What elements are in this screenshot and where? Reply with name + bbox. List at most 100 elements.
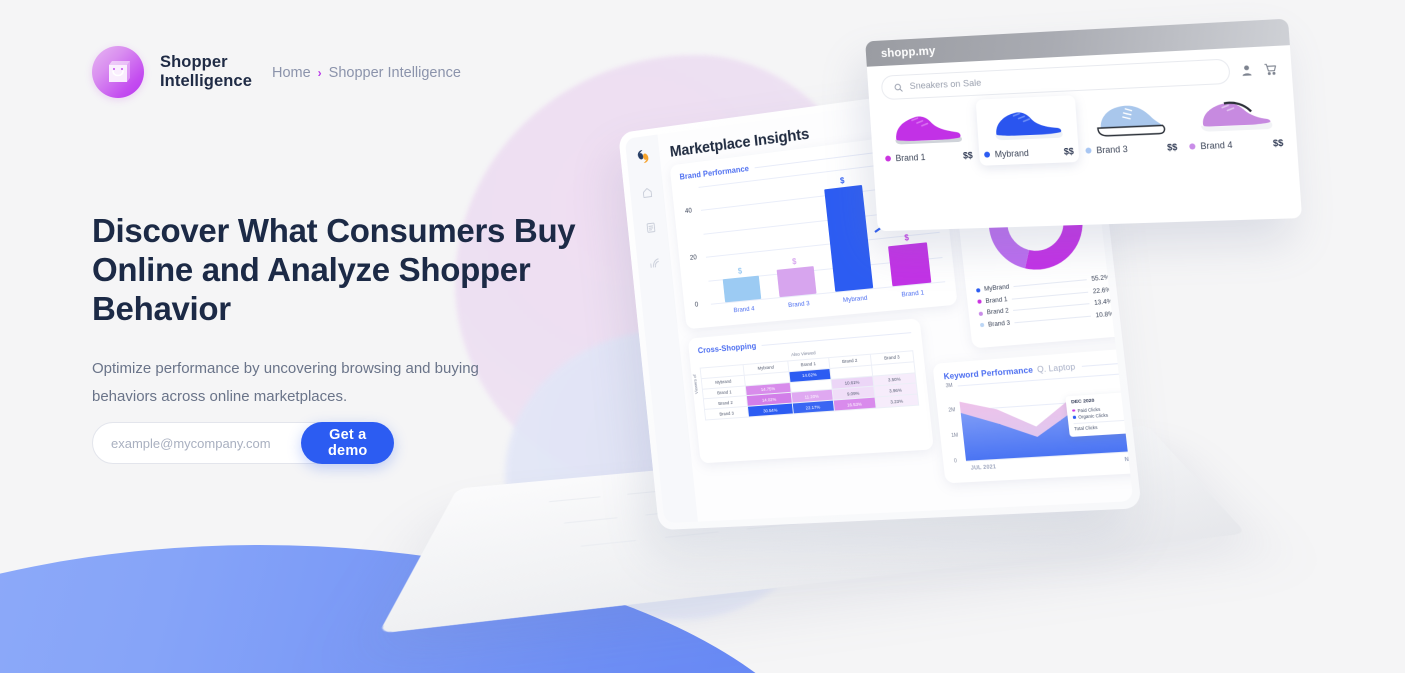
product-name: Brand 1: [895, 152, 926, 164]
cross-shopping-heatmap: Cross-Shopping Viewers of Also Viewed My…: [687, 318, 934, 464]
legend-label: Brand 1: [985, 295, 1008, 305]
x-tick-end: NOV 2021: [1124, 455, 1134, 464]
shoe-image: [981, 98, 1074, 147]
breadcrumb: Home › Shopper Intelligence: [272, 65, 461, 81]
market-share-legend: MyBrand 55.2% Brand 1 22.6% Brand 2 13.4…: [975, 273, 1115, 329]
product-card[interactable]: Brand 4 $$: [1180, 85, 1289, 157]
product-price: $$: [1166, 142, 1178, 153]
bar-group[interactable]: $ Brand 3: [775, 255, 817, 309]
legend-dot-icon: [979, 322, 985, 328]
report-icon[interactable]: [644, 221, 657, 239]
tooltip-value: 434.6K: [1124, 403, 1134, 410]
brand-dot-icon: [983, 151, 991, 158]
y-tick-0: 0: [953, 458, 958, 465]
app-logo-icon[interactable]: [635, 148, 651, 170]
x-tick-label: Brand 1: [901, 289, 925, 299]
tooltip-total-row: Total Clicks 3.3M: [1074, 422, 1134, 431]
y-tick-1m: 1M: [950, 432, 959, 439]
legend-value: 55.2%: [1090, 273, 1111, 283]
product-price: $$: [1063, 146, 1075, 157]
keyword-performance-title: Keyword Performance: [943, 365, 1034, 382]
tooltip-label: Organic Clicks: [1077, 412, 1109, 420]
cross-shopping-title: Cross-Shopping: [697, 341, 757, 356]
x-tick-label: Brand 3: [787, 300, 811, 310]
keyword-query-label: Q. Laptop: [1036, 362, 1076, 375]
shoe-image: [882, 103, 972, 152]
legend-dot-icon: [975, 287, 981, 293]
y-tick-40: 40: [684, 207, 693, 216]
tooltip-dot-icon: [1072, 415, 1076, 419]
row-axis-label: Viewers of: [692, 374, 699, 395]
x-tick-label: Brand 4: [733, 305, 755, 315]
brand-dot-icon: [1085, 147, 1092, 154]
heatmap-cell[interactable]: 16.53%: [832, 397, 876, 411]
bar-group[interactable]: $ Mybrand: [823, 174, 874, 304]
chart-tooltip: DEC 2020 Paid Clicks 434.6K Organic Clic…: [1065, 390, 1134, 438]
shopping-bag-icon[interactable]: [92, 46, 144, 98]
product-price: $$: [1272, 137, 1284, 149]
y-tick-2m: 2M: [948, 407, 956, 415]
browser-title: shopp.my: [880, 43, 936, 61]
tooltip-title: DEC 2020: [1070, 398, 1095, 406]
y-tick-3m: 3M: [945, 382, 954, 390]
chevron-right-icon: ›: [317, 66, 322, 80]
bar-value-label: $: [791, 257, 797, 267]
tooltip-label: Paid Clicks: [1077, 406, 1101, 413]
brand-line-2: Intelligence: [160, 72, 252, 90]
product-meta: Mybrand $$: [983, 146, 1075, 160]
home-icon[interactable]: [641, 186, 654, 204]
y-tick-20: 20: [689, 254, 698, 262]
email-field[interactable]: [111, 435, 315, 451]
hero-subheading: Optimize performance by uncovering brows…: [92, 359, 479, 405]
bar[interactable]: [722, 275, 762, 303]
product-name: Mybrand: [994, 148, 1030, 160]
heatmap-cell[interactable]: 3.23%: [874, 394, 919, 408]
legend-value: 13.4%: [1093, 297, 1114, 307]
heatmap-table: Also Viewed Mybrand Brand 1 Brand 2 Bran…: [699, 343, 919, 420]
bar-group[interactable]: $ Brand 1: [886, 231, 932, 299]
hero-copy: Discover What Consumers Buy Online and A…: [92, 212, 602, 410]
legend-value: 22.6%: [1092, 285, 1112, 295]
product-card[interactable]: Brand 3 $$: [1077, 90, 1183, 162]
row-header: Brand 3: [704, 406, 749, 420]
product-name: Brand 3: [1096, 144, 1129, 156]
cart-icon[interactable]: [1263, 62, 1277, 76]
product-card-featured[interactable]: Mybrand $$: [975, 95, 1080, 166]
person-icon[interactable]: [1240, 63, 1254, 77]
bar-value-label: $: [904, 233, 910, 243]
bar[interactable]: [823, 184, 874, 292]
breadcrumb-current: Shopper Intelligence: [328, 65, 461, 81]
bar-value-label: $: [839, 176, 845, 186]
analytics-icon[interactable]: [648, 256, 661, 274]
keyword-performance-chart: Keyword Performance Q. Laptop 3M 2M 1M 0: [932, 346, 1134, 484]
site-header: Shopper Intelligence Home › Shopper Inte…: [92, 46, 461, 98]
browser-window: shopp.my Sneakers on Sale Brand 1 $$ Myb…: [865, 18, 1303, 232]
legend-dot-icon: [978, 311, 984, 316]
product-meta: Brand 1 $$: [885, 150, 973, 163]
heatmap-cell[interactable]: 22.17%: [791, 400, 835, 414]
legend-value: 10.8%: [1095, 310, 1115, 319]
product-card[interactable]: Brand 1 $$: [877, 100, 978, 170]
get-a-demo-button[interactable]: Get a demo: [301, 422, 395, 464]
tooltip-dot-icon: [1071, 409, 1075, 412]
brand-dot-icon: [885, 155, 892, 162]
product-price: $$: [962, 150, 973, 161]
bar[interactable]: [776, 266, 817, 298]
y-tick-0: 0: [694, 301, 699, 309]
bar-group[interactable]: $ Brand 4: [721, 265, 762, 314]
brand-performance-title: Brand Performance: [679, 164, 750, 182]
x-tick-start: JUL 2021: [970, 464, 997, 472]
bar[interactable]: [887, 242, 932, 287]
breadcrumb-home-link[interactable]: Home: [272, 65, 311, 81]
heatmap-cell[interactable]: 30.54%: [747, 403, 793, 417]
legend-label: Brand 3: [987, 319, 1011, 329]
bar-value-label: $: [737, 266, 743, 276]
search-icon: [893, 82, 903, 92]
brand-dot-icon: [1189, 143, 1196, 150]
product-meta: Brand 4 $$: [1189, 138, 1284, 152]
brand-wordmark[interactable]: Shopper Intelligence: [160, 53, 252, 92]
shoe-image: [1082, 94, 1177, 144]
tooltip-value: 2.9M: [1129, 410, 1134, 417]
tooltip-total-label: Total Clicks: [1073, 424, 1098, 432]
search-value: Sneakers on Sale: [909, 77, 982, 92]
